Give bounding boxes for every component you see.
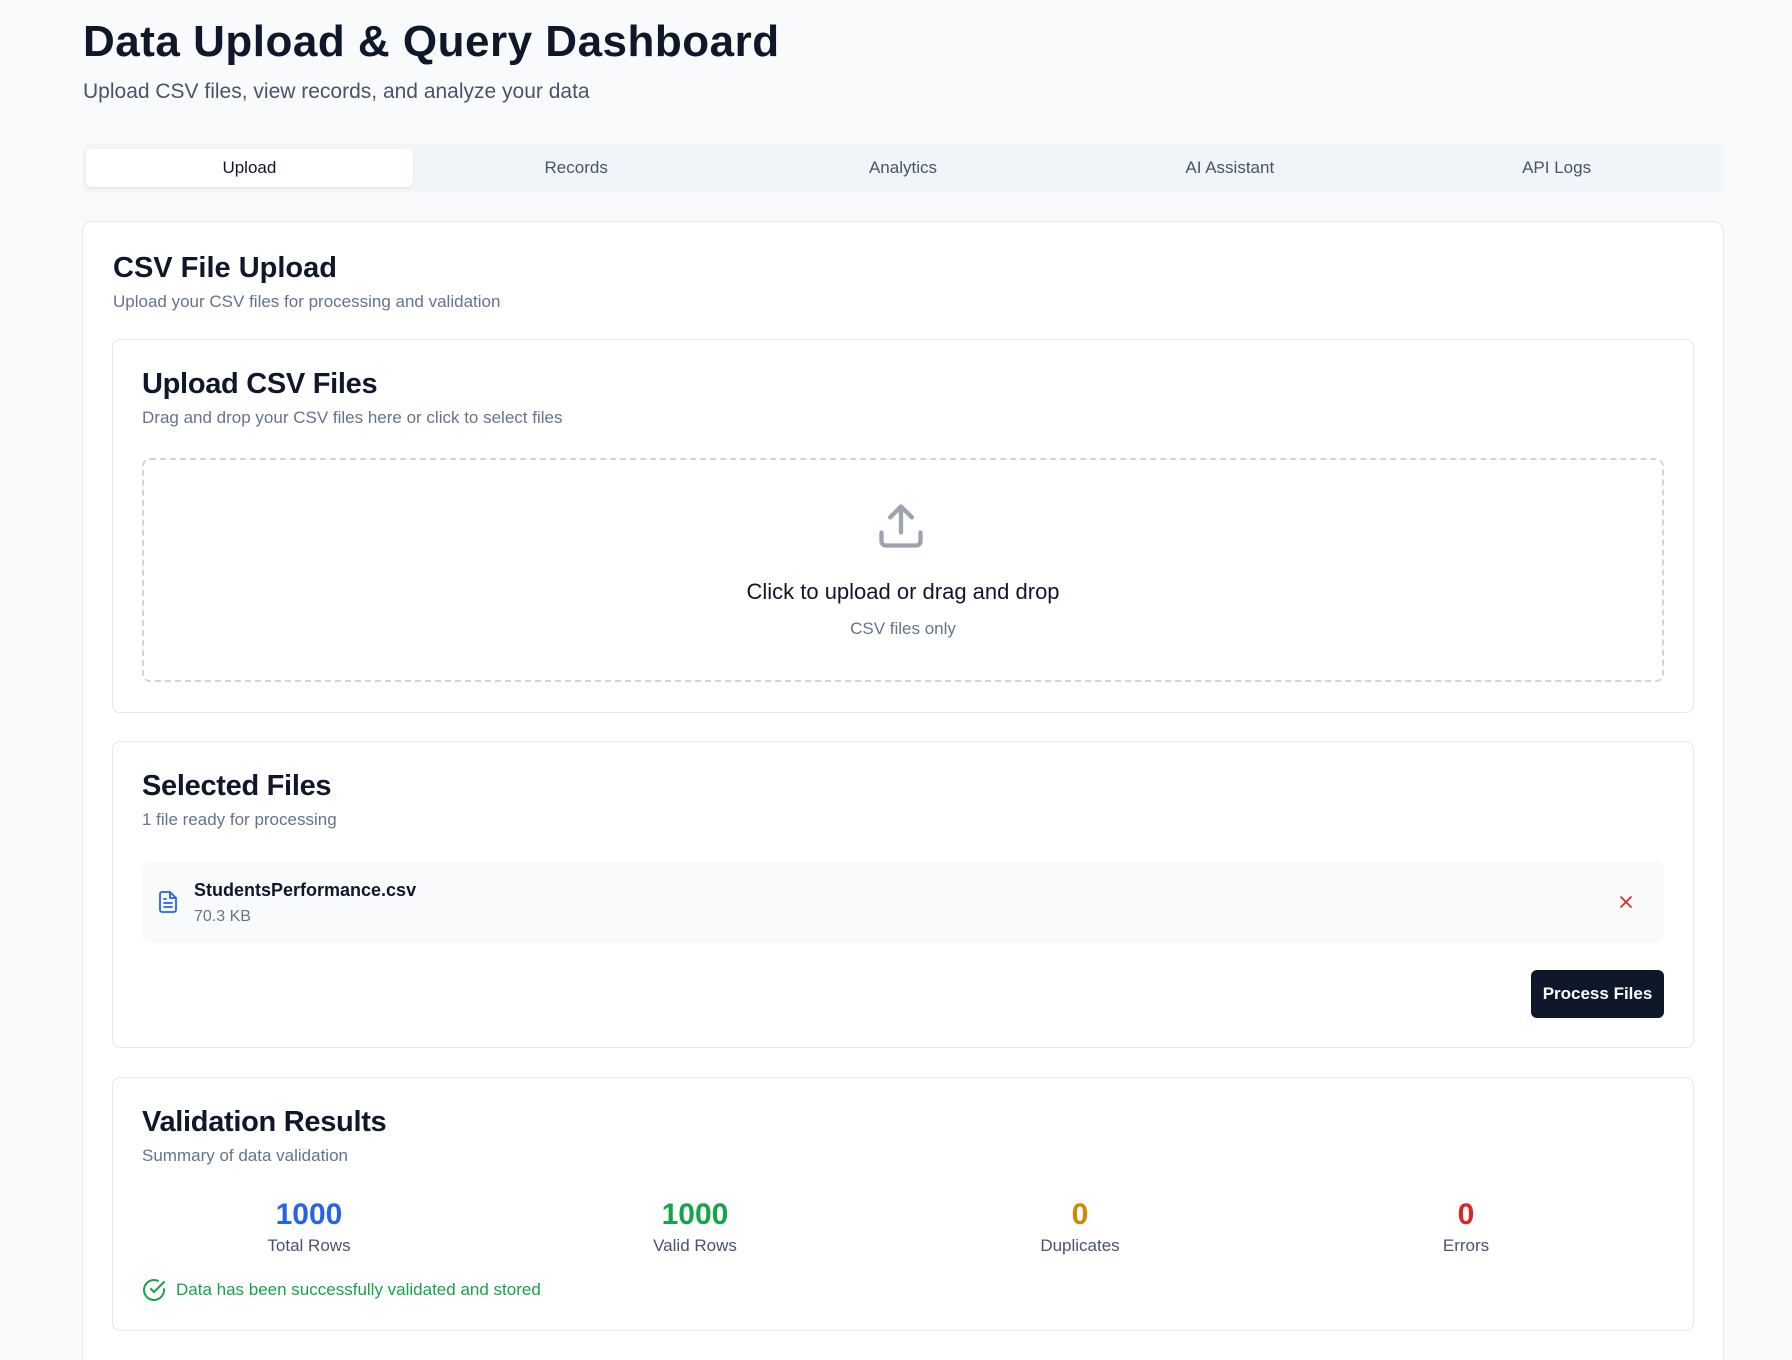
- stat-total-rows-value: 1000: [275, 1198, 343, 1231]
- success-message-text: Data has been successfully validated and…: [176, 1280, 541, 1299]
- upload-card: Upload CSV Files Drag and drop your CSV …: [112, 339, 1694, 713]
- tab-upload[interactable]: Upload: [86, 149, 413, 187]
- file-size: 70.3 KB: [194, 908, 251, 925]
- stat-duplicates-value: 0: [1071, 1198, 1089, 1231]
- stat-valid-rows-label: Valid Rows: [653, 1236, 737, 1255]
- tab-analytics[interactable]: Analytics: [740, 149, 1067, 187]
- file-dropzone[interactable]: Click to upload or drag and drop CSV fil…: [142, 458, 1664, 682]
- tab-api-logs[interactable]: API Logs: [1393, 149, 1720, 187]
- validation-results-card: Validation Results Summary of data valid…: [112, 1077, 1694, 1331]
- remove-file-close-icon[interactable]: [1616, 892, 1636, 912]
- process-files-button[interactable]: Process Files: [1531, 970, 1664, 1018]
- stat-duplicates: 0 Duplicates: [980, 1196, 1180, 1258]
- stat-valid-rows-value: 1000: [661, 1198, 729, 1231]
- stat-errors: 0 Errors: [1366, 1196, 1566, 1258]
- stat-valid-rows: 1000 Valid Rows: [595, 1196, 795, 1258]
- dropzone-text: Click to upload or drag and drop: [746, 579, 1060, 604]
- upload-card-description: Drag and drop your CSV files here or cli…: [142, 408, 563, 427]
- upload-icon: [879, 504, 923, 548]
- page-subtitle: Upload CSV files, view records, and anal…: [83, 80, 590, 103]
- file-text-icon: [159, 891, 177, 913]
- stat-total-rows-label: Total Rows: [267, 1236, 351, 1255]
- dashboard-page: Data Upload & Query Dashboard Upload CSV…: [0, 0, 1792, 1360]
- file-name: StudentsPerformance.csv: [194, 880, 417, 900]
- tab-list: Upload Records Analytics AI Assistant AP…: [82, 144, 1724, 192]
- check-circle-icon: [143, 1279, 165, 1301]
- page-header: Data Upload & Query Dashboard Upload CSV…: [83, 14, 780, 106]
- validation-success-message: Data has been successfully validated and…: [142, 1278, 541, 1302]
- selected-files-title: Selected Files: [142, 770, 332, 802]
- selected-files-description: 1 file ready for processing: [142, 810, 337, 829]
- dropzone-hint: CSV files only: [850, 619, 956, 638]
- stat-errors-label: Errors: [1442, 1236, 1490, 1255]
- section-description: Upload your CSV files for processing and…: [113, 292, 501, 311]
- stat-errors-value: 0: [1457, 1198, 1475, 1231]
- upload-card-title: Upload CSV Files: [142, 368, 378, 400]
- file-list-item: StudentsPerformance.csv 70.3 KB: [142, 862, 1664, 943]
- tab-records[interactable]: Records: [413, 149, 740, 187]
- page-title: Data Upload & Query Dashboard: [83, 17, 780, 66]
- validation-title: Validation Results: [142, 1106, 387, 1138]
- validation-description: Summary of data validation: [142, 1146, 348, 1165]
- tab-ai-assistant[interactable]: AI Assistant: [1066, 149, 1393, 187]
- stat-total-rows: 1000 Total Rows: [209, 1196, 409, 1258]
- selected-files-card: Selected Files 1 file ready for processi…: [112, 741, 1694, 1048]
- section-title: CSV File Upload: [113, 252, 337, 284]
- csv-upload-panel: CSV File Upload Upload your CSV files fo…: [82, 221, 1724, 1360]
- stat-duplicates-label: Duplicates: [1040, 1236, 1120, 1255]
